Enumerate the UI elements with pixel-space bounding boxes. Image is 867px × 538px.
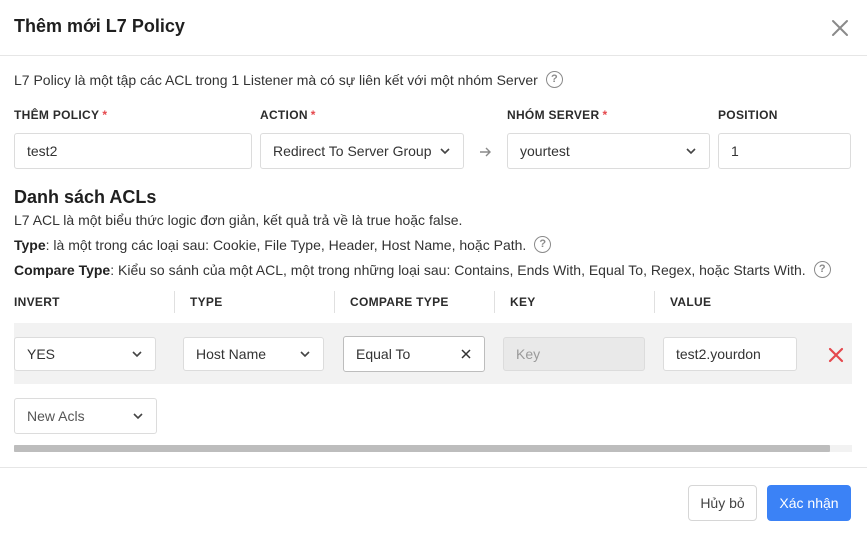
- chevron-down-icon: [300, 351, 310, 358]
- close-icon[interactable]: [826, 14, 854, 42]
- required-mark: *: [602, 108, 608, 122]
- clear-icon[interactable]: [460, 348, 472, 360]
- required-mark: *: [102, 108, 108, 122]
- column-header-type: TYPE: [190, 295, 223, 309]
- value-input[interactable]: test2.yourdon: [663, 337, 797, 371]
- remove-row-icon[interactable]: [828, 347, 844, 363]
- server-group-label: NHÓM SERVER *: [507, 108, 608, 122]
- acl-section-title: Danh sách ACLs: [14, 187, 157, 207]
- description-text: L7 Policy là một tập các ACL trong 1 Lis…: [14, 71, 538, 88]
- acl-description: L7 ACL là một biểu thức logic đơn giản, …: [14, 212, 463, 228]
- chevron-down-icon: [132, 351, 142, 358]
- key-input[interactable]: Key: [503, 337, 645, 371]
- confirm-button[interactable]: Xác nhận: [767, 485, 851, 521]
- policy-label: THÊM POLICY *: [14, 108, 108, 122]
- position-label: POSITION: [718, 108, 778, 122]
- server-group-select[interactable]: yourtest: [507, 133, 710, 169]
- column-divider: [174, 291, 175, 313]
- column-header-key: KEY: [510, 295, 536, 309]
- footer-divider: [0, 467, 867, 468]
- dialog-header: Thêm mới L7 Policy: [0, 0, 867, 56]
- help-icon[interactable]: ?: [813, 261, 831, 278]
- acl-type-description: Type: là một trong các loại sau: Cookie,…: [14, 236, 552, 253]
- cancel-button[interactable]: Hủy bỏ: [688, 485, 757, 521]
- invert-select[interactable]: YES: [14, 337, 156, 371]
- dialog-title: Thêm mới L7 Policy: [14, 16, 185, 36]
- column-header-value: VALUE: [670, 295, 712, 309]
- column-divider: [654, 291, 655, 313]
- help-icon[interactable]: ?: [545, 71, 563, 88]
- action-select[interactable]: Redirect To Server Group: [260, 133, 464, 169]
- chevron-down-icon: [133, 413, 143, 420]
- column-header-invert: INVERT: [14, 295, 60, 309]
- policy-name-input[interactable]: test2: [14, 133, 252, 169]
- arrow-right-icon: [480, 147, 491, 157]
- acl-compare-description: Compare Type: Kiểu so sánh của một ACL, …: [14, 261, 831, 278]
- column-header-compare-type: COMPARE TYPE: [350, 295, 449, 309]
- compare-type-select[interactable]: Equal To: [343, 336, 485, 372]
- type-select[interactable]: Host Name: [183, 337, 324, 371]
- column-divider: [494, 291, 495, 313]
- chevron-down-icon: [686, 148, 696, 155]
- dialog-description: L7 Policy là một tập các ACL trong 1 Lis…: [14, 71, 563, 88]
- new-acl-select[interactable]: New Acls: [14, 398, 157, 434]
- help-icon[interactable]: ?: [534, 236, 552, 253]
- action-label: ACTION *: [260, 108, 316, 122]
- required-mark: *: [310, 108, 316, 122]
- horizontal-scrollbar-thumb[interactable]: [14, 445, 830, 452]
- position-input[interactable]: 1: [718, 133, 851, 169]
- column-divider: [334, 291, 335, 313]
- chevron-down-icon: [440, 148, 450, 155]
